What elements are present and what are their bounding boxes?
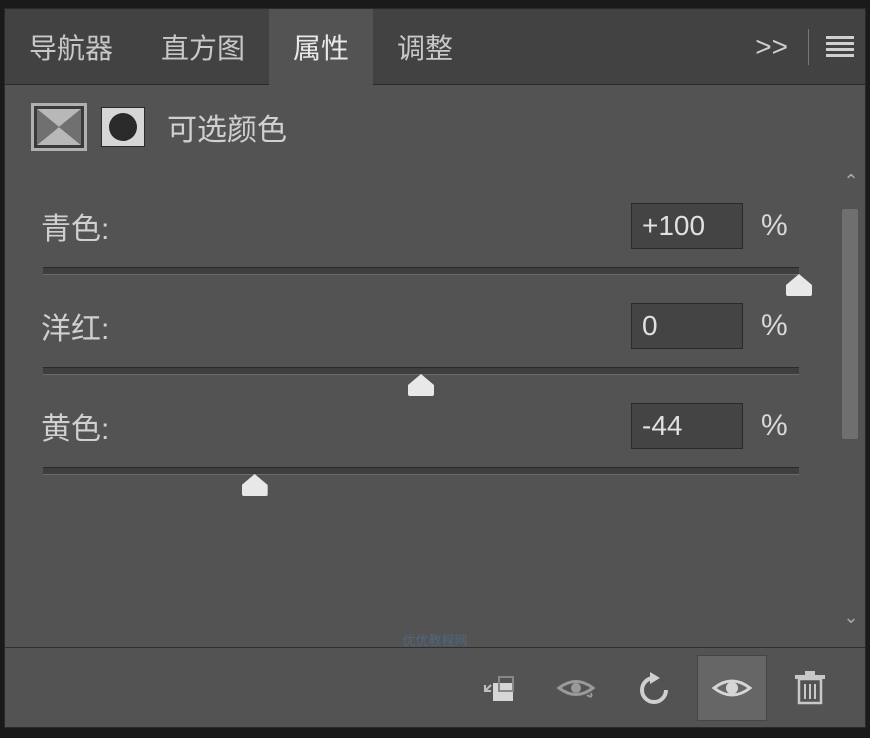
eye-cycle-icon <box>555 673 597 703</box>
eye-icon <box>711 674 753 702</box>
tab-navigator[interactable]: 导航器 <box>5 9 137 85</box>
tab-adjustments[interactable]: 调整 <box>373 9 477 85</box>
adjustment-title: 可选颜色 <box>167 105 287 149</box>
toggle-visibility-button[interactable] <box>697 655 767 721</box>
unit-label: % <box>761 409 801 443</box>
slider-label: 青色: <box>41 204 613 248</box>
slider-handle[interactable] <box>408 374 434 396</box>
collapse-button[interactable]: >> <box>741 9 802 85</box>
slider-cyan: 青色: % <box>41 203 801 275</box>
scrollbar[interactable]: ⌃ ⌄ <box>837 169 865 629</box>
slider-label: 黄色: <box>41 404 613 448</box>
reset-icon <box>636 672 672 704</box>
selective-color-icon <box>37 109 81 145</box>
chevron-down-icon: ⌄ <box>843 607 858 628</box>
trash-icon <box>795 671 825 705</box>
layer-mask-button[interactable] <box>101 107 145 147</box>
chevron-up-icon: ⌃ <box>843 171 858 192</box>
panel-tabs: 导航器 直方图 属性 调整 >> <box>5 9 865 85</box>
reset-button[interactable] <box>619 655 689 721</box>
divider <box>808 29 809 65</box>
scroll-up-button[interactable]: ⌃ <box>837 169 865 193</box>
magenta-slider-track[interactable] <box>43 367 799 375</box>
tab-properties[interactable]: 属性 <box>269 9 373 85</box>
magenta-value-input[interactable] <box>631 303 743 349</box>
view-previous-button[interactable] <box>541 655 611 721</box>
chevron-right-icon: >> <box>755 31 788 63</box>
slider-magenta: 洋红: % <box>41 303 801 375</box>
unit-label: % <box>761 309 801 343</box>
cyan-value-input[interactable] <box>631 203 743 249</box>
properties-panel: 导航器 直方图 属性 调整 >> <box>4 8 866 728</box>
scroll-down-button[interactable]: ⌄ <box>837 605 865 629</box>
yellow-value-input[interactable] <box>631 403 743 449</box>
cyan-slider-track[interactable] <box>43 267 799 275</box>
yellow-slider-track[interactable] <box>43 467 799 475</box>
adjustment-header: 可选颜色 <box>5 85 865 169</box>
scrollbar-thumb[interactable] <box>842 209 858 439</box>
menu-icon <box>826 36 854 58</box>
delete-adjustment-button[interactable] <box>775 655 845 721</box>
slider-yellow: 黄色: % <box>41 403 801 475</box>
clip-to-layer-button[interactable] <box>463 655 533 721</box>
mask-icon <box>109 113 137 141</box>
clip-icon <box>481 673 515 703</box>
sliders-container: 青色: % 洋红: % <box>5 169 837 629</box>
unit-label: % <box>761 209 801 243</box>
slider-handle[interactable] <box>786 274 812 296</box>
tab-histogram[interactable]: 直方图 <box>137 9 269 85</box>
slider-label: 洋红: <box>41 304 613 348</box>
panel-footer <box>5 647 865 727</box>
adjustment-type-button[interactable] <box>31 103 87 151</box>
slider-handle[interactable] <box>242 474 268 496</box>
panel-menu-button[interactable] <box>815 9 865 85</box>
